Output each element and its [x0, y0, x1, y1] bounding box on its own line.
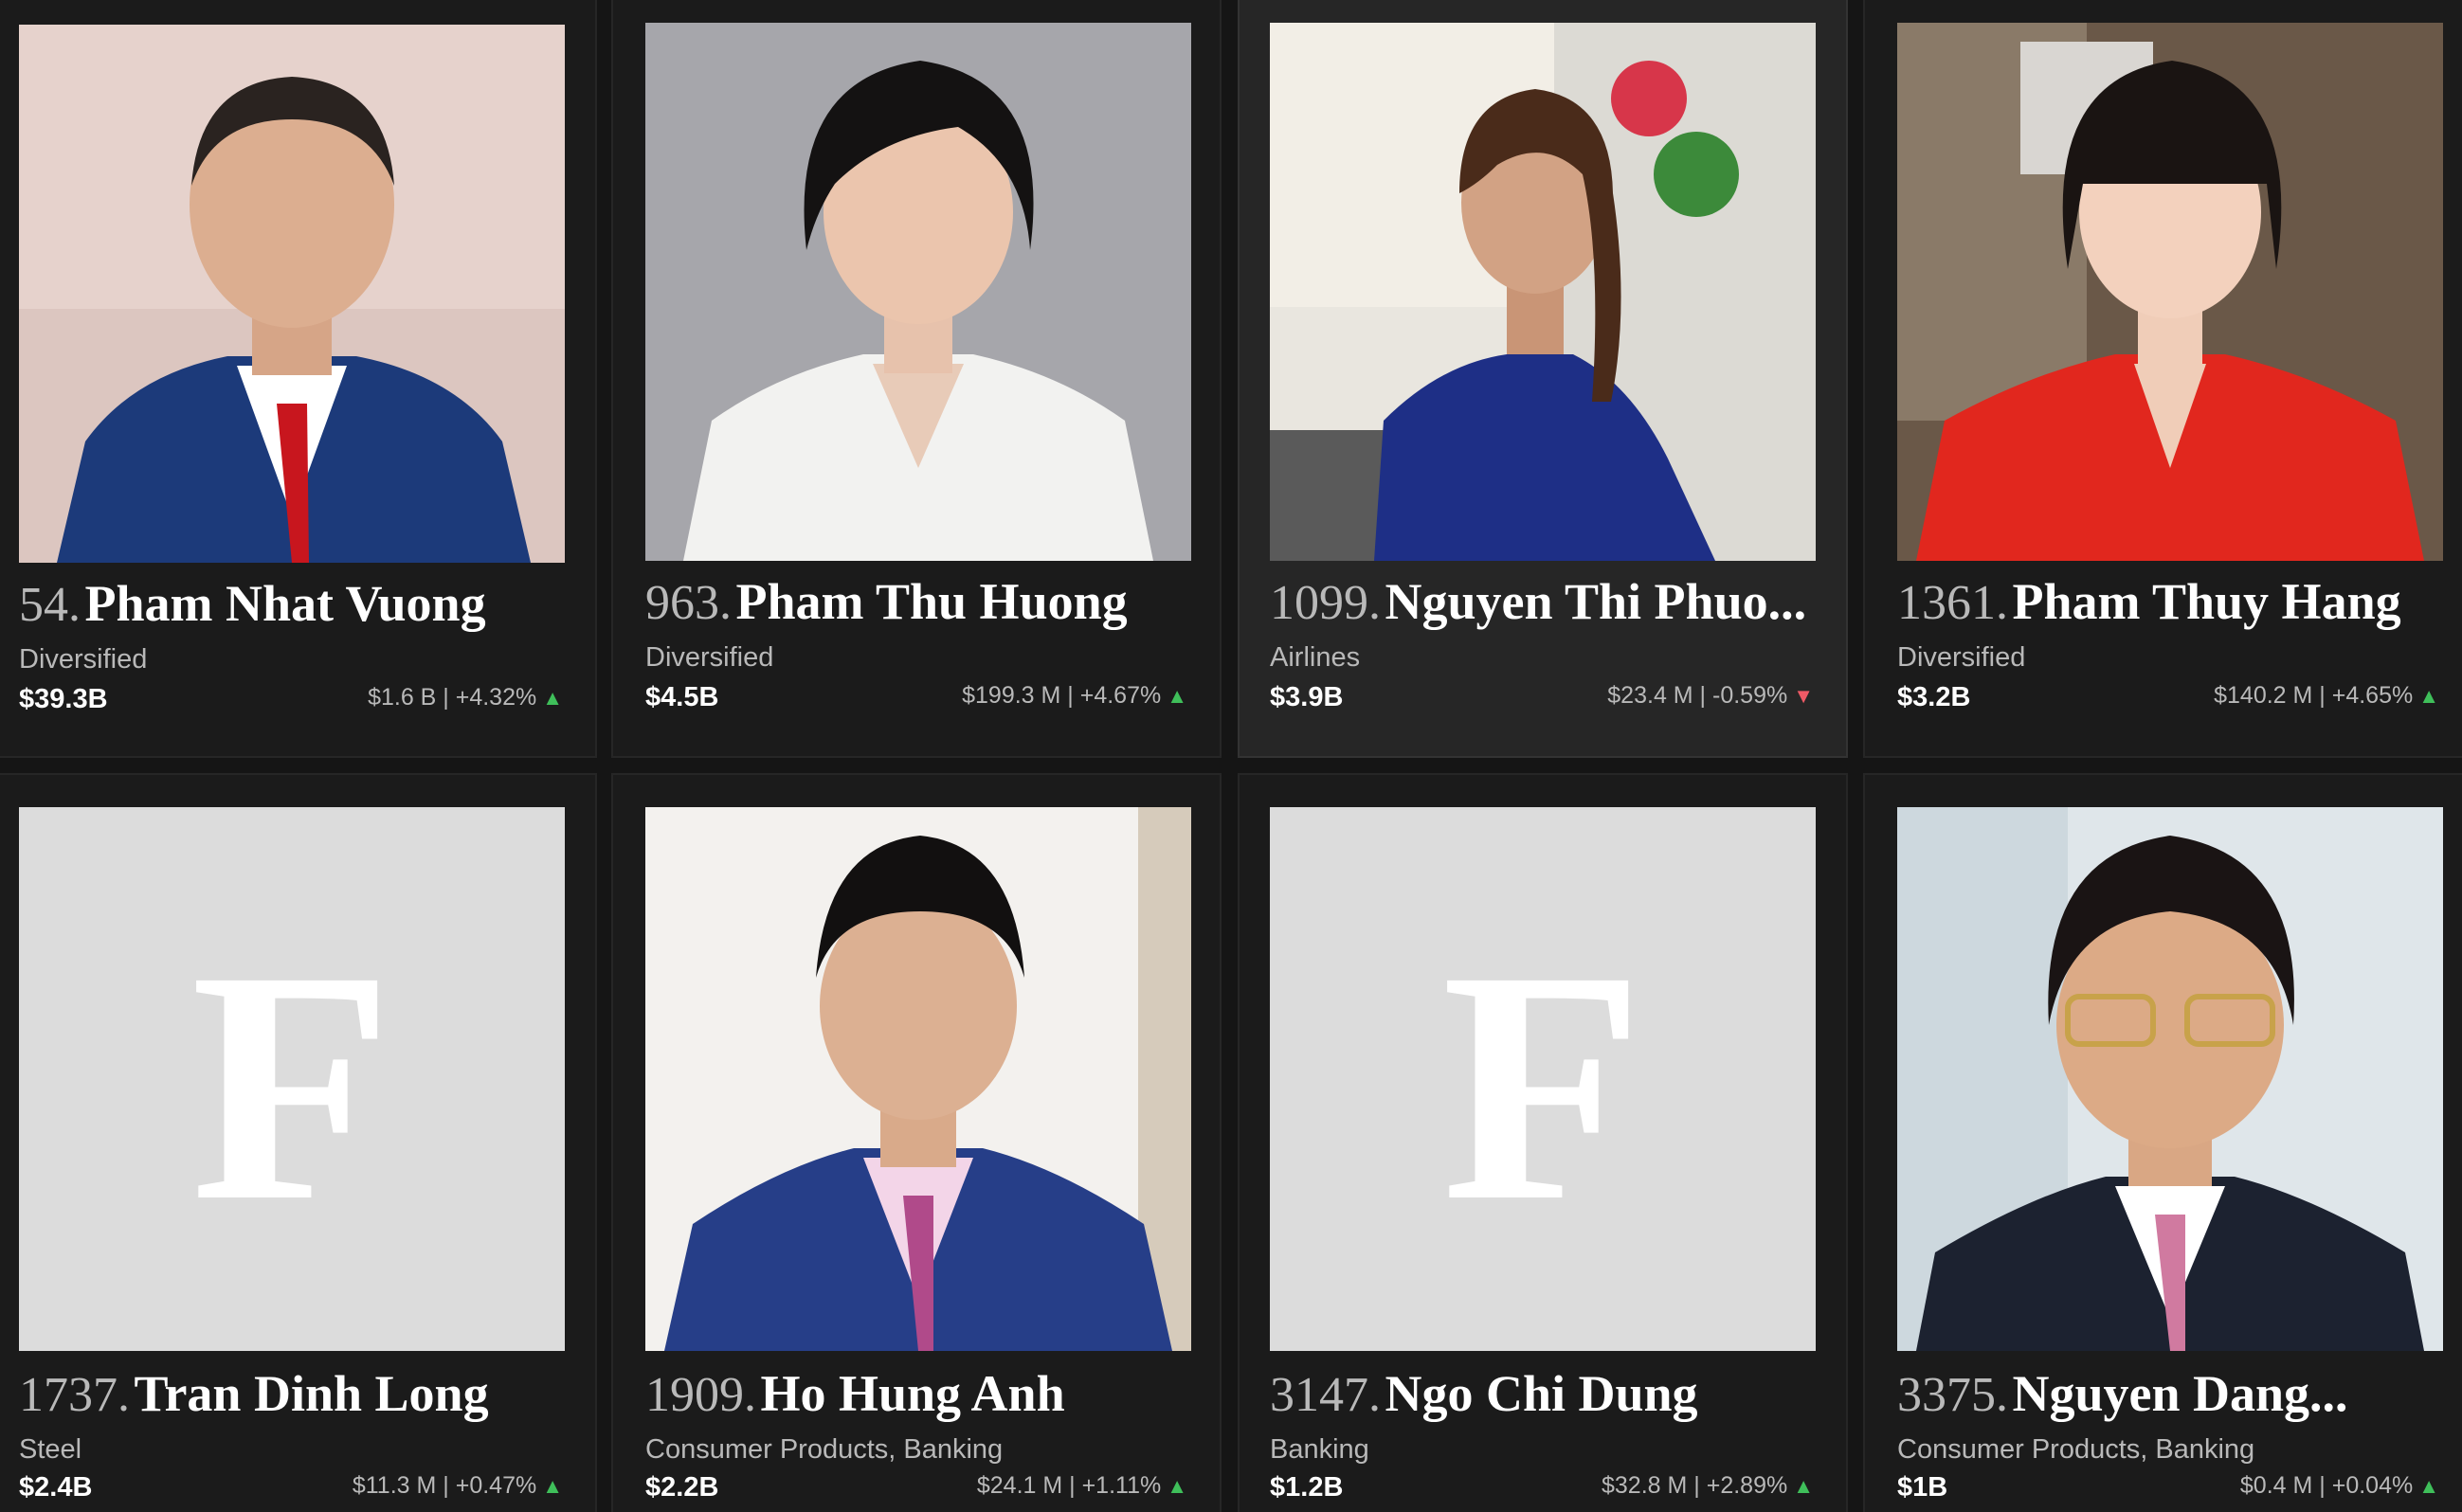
arrow-up-icon: ▲ — [1167, 684, 1187, 708]
rank-number: 54. — [19, 578, 81, 632]
profile-photo[interactable] — [1897, 807, 2443, 1351]
profile-photo[interactable] — [19, 25, 565, 563]
profile-card[interactable]: 1909. Ho Hung Anh Consumer Products, Ban… — [611, 773, 1222, 1512]
daily-change: $11.3 M | +0.47% ▲ — [353, 1472, 563, 1500]
billionaire-name[interactable]: Pham Nhat Vuong — [84, 578, 485, 632]
industry-label: Diversified — [1897, 642, 2026, 673]
billionaire-name[interactable]: Pham Thuy Hang — [2012, 576, 2400, 630]
net-worth: $3.2B — [1897, 682, 1971, 712]
rank-name[interactable]: 1361. Pham Thuy Hang — [1897, 576, 2456, 633]
net-worth: $1.2B — [1270, 1472, 1344, 1503]
profile-card[interactable]: 1361. Pham Thuy Hang Diversified $3.2B $… — [1863, 0, 2462, 758]
rank-number: 3375. — [1897, 1368, 2008, 1422]
rank-number: 1737. — [19, 1368, 130, 1422]
industry-label: Diversified — [19, 644, 148, 675]
daily-change: $24.1 M | +1.11% ▲ — [977, 1472, 1187, 1500]
profile-card[interactable]: 3375. Nguyen Dang... Consumer Products, … — [1863, 773, 2462, 1512]
net-worth: $1B — [1897, 1472, 1948, 1503]
profile-photo[interactable] — [1897, 23, 2443, 561]
billionaire-name[interactable]: Nguyen Dang... — [2012, 1368, 2347, 1422]
daily-change-value: $24.1 M | +1.11% — [976, 1472, 1162, 1499]
rank-name[interactable]: 3147. Ngo Chi Dung — [1270, 1368, 1819, 1425]
industry-label: Banking — [1270, 1434, 1369, 1465]
billionaire-name[interactable]: Nguyen Thi Phuo... — [1385, 576, 1806, 630]
net-worth: $3.9B — [1270, 682, 1344, 712]
industry-label: Airlines — [1270, 642, 1361, 673]
rank-number: 1361. — [1897, 576, 2008, 630]
daily-change: $32.8 M | +2.89% ▲ — [1602, 1472, 1814, 1500]
arrow-up-icon: ▲ — [2418, 1474, 2439, 1498]
profile-photo[interactable]: F — [19, 807, 565, 1351]
arrow-up-icon: ▲ — [542, 1474, 563, 1498]
daily-change-value: $23.4 M | -0.59% — [1607, 682, 1788, 709]
arrow-down-icon: ▼ — [1793, 684, 1814, 708]
arrow-up-icon: ▲ — [542, 686, 563, 710]
net-worth: $4.5B — [645, 682, 719, 712]
arrow-up-icon: ▲ — [2418, 684, 2439, 708]
profile-card[interactable]: 963. Pham Thu Huong Diversified $4.5B $1… — [611, 0, 1222, 758]
daily-change-value: $1.6 B | +4.32% — [368, 684, 537, 711]
daily-change: $199.3 M | +4.67% ▲ — [962, 682, 1187, 710]
industry-label: Consumer Products, Banking — [1897, 1434, 2255, 1465]
placeholder-f-icon: F — [1441, 902, 1644, 1269]
profile-card[interactable]: F 3147. Ngo Chi Dung Banking $1.2B $32.8… — [1238, 773, 1848, 1512]
rank-number: 1909. — [645, 1368, 756, 1422]
net-worth: $39.3B — [19, 684, 108, 714]
rank-number: 1099. — [1270, 576, 1381, 630]
daily-change: $23.4 M | -0.59% ▼ — [1607, 682, 1814, 710]
profile-photo[interactable] — [645, 807, 1191, 1351]
arrow-up-icon: ▲ — [1167, 1474, 1187, 1498]
rank-name[interactable]: 1909. Ho Hung Anh — [645, 1368, 1204, 1425]
profile-photo[interactable] — [645, 23, 1191, 561]
billionaire-name[interactable]: Tran Dinh Long — [134, 1368, 488, 1422]
profile-card[interactable]: 1099. Nguyen Thi Phuo... Airlines $3.9B … — [1238, 0, 1848, 758]
profile-photo[interactable] — [1270, 23, 1816, 561]
daily-change-value: $199.3 M | +4.67% — [962, 682, 1162, 709]
arrow-up-icon: ▲ — [1793, 1474, 1814, 1498]
rank-name[interactable]: 963. Pham Thu Huong — [645, 576, 1204, 633]
profile-card[interactable]: 54. Pham Nhat Vuong Diversified $39.3B $… — [0, 0, 597, 758]
billionaire-name[interactable]: Pham Thu Huong — [735, 576, 1127, 630]
rank-name[interactable]: 54. Pham Nhat Vuong — [19, 578, 578, 635]
rank-name[interactable]: 1737. Tran Dinh Long — [19, 1368, 578, 1425]
placeholder-f-icon: F — [190, 902, 393, 1269]
rank-name[interactable]: 3375. Nguyen Dang... — [1897, 1368, 2456, 1425]
billionaire-name[interactable]: Ho Hung Anh — [760, 1368, 1064, 1422]
daily-change-value: $0.4 M | +0.04% — [2239, 1472, 2414, 1499]
net-worth: $2.2B — [645, 1472, 719, 1503]
daily-change: $140.2 M | +4.65% ▲ — [2214, 682, 2439, 710]
profile-photo[interactable]: F — [1270, 807, 1816, 1351]
daily-change-value: $32.8 M | +2.89% — [1602, 1472, 1788, 1499]
daily-change: $1.6 B | +4.32% ▲ — [368, 684, 563, 711]
rank-number: 3147. — [1270, 1368, 1381, 1422]
profile-card[interactable]: F 1737. Tran Dinh Long Steel $2.4B $11.3… — [0, 773, 597, 1512]
daily-change-value: $11.3 M | +0.47% — [352, 1472, 537, 1499]
billionaire-name[interactable]: Ngo Chi Dung — [1385, 1368, 1697, 1422]
industry-label: Steel — [19, 1434, 82, 1465]
daily-change-value: $140.2 M | +4.65% — [2214, 682, 2414, 709]
industry-label: Consumer Products, Banking — [645, 1434, 1004, 1465]
rank-name[interactable]: 1099. Nguyen Thi Phuo... — [1270, 576, 1819, 633]
daily-change: $0.4 M | +0.04% ▲ — [2240, 1472, 2439, 1500]
industry-label: Diversified — [645, 642, 774, 673]
net-worth: $2.4B — [19, 1472, 93, 1503]
rank-number: 963. — [645, 576, 732, 630]
